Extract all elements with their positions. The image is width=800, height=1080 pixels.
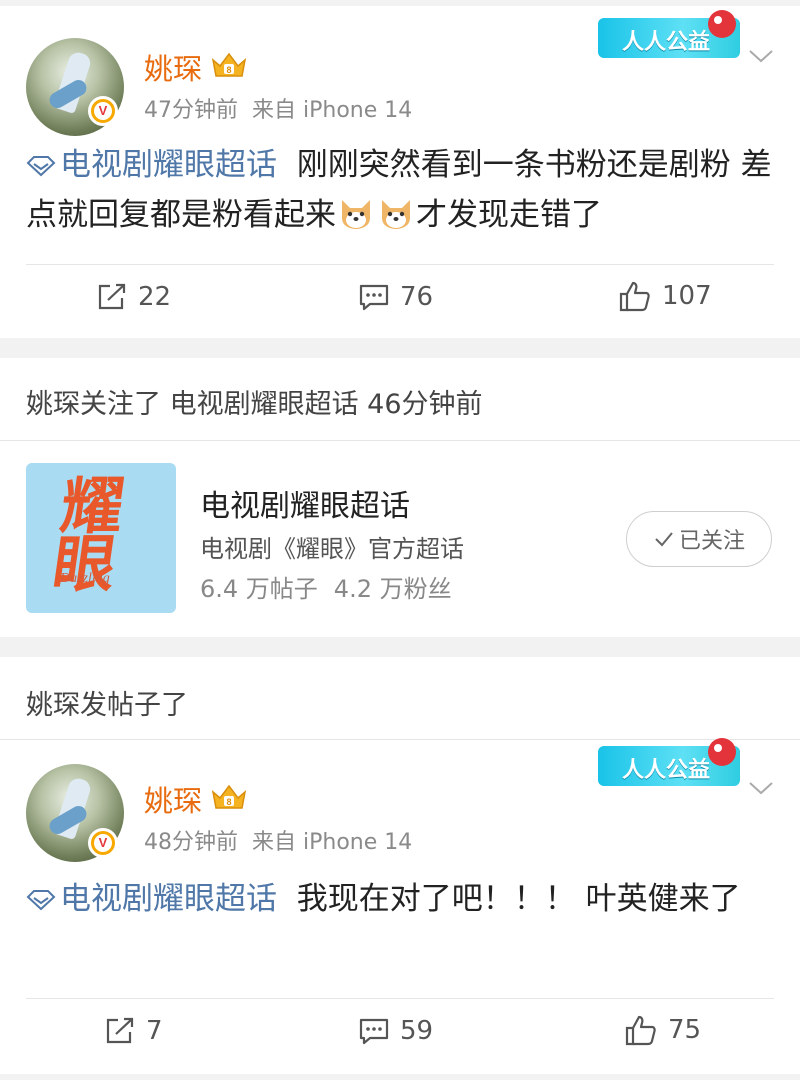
post-meta: 48分钟前 来自 iPhone 14	[144, 824, 412, 856]
comment-icon	[359, 1018, 389, 1045]
divider	[26, 998, 774, 999]
check-icon	[655, 532, 673, 547]
repost-icon	[106, 1017, 134, 1044]
dog-emoji-icon	[382, 200, 410, 229]
like-count: 75	[668, 1015, 702, 1045]
post-content: 电视剧耀眼超话 我现在对了吧！！！ 叶英健来了	[26, 874, 776, 924]
post-meta: 47分钟前 来自 iPhone 14	[144, 92, 412, 124]
username[interactable]: 姚琛	[144, 778, 202, 820]
supertopic-link[interactable]: 电视剧耀眼超话	[60, 147, 277, 183]
followed-button[interactable]: 已关注	[626, 511, 772, 567]
repost-button[interactable]: 22	[96, 282, 171, 312]
followed-label: 已关注	[678, 529, 745, 554]
charity-mascot-icon	[708, 10, 736, 38]
dog-emoji-icon	[342, 200, 370, 229]
weibo-post-1[interactable]: V 姚琛 8 47分钟前 来自 iPhone 14 人人公益 电视剧耀眼超话 刚刚…	[0, 6, 800, 338]
post-text: 我现在对了吧！！！ 叶英健来了	[296, 881, 741, 917]
like-button[interactable]: 107	[618, 280, 712, 312]
repost-button[interactable]: 7	[104, 1016, 163, 1046]
weibo-post-2[interactable]: V 姚琛 8 48分钟前 来自 iPhone 14 人人公益 电视剧耀眼超话 我现…	[0, 738, 800, 1074]
post-source: 来自 iPhone 14	[252, 98, 413, 123]
chevron-down-icon[interactable]	[746, 778, 776, 798]
supertopic-diamond-icon	[26, 156, 56, 177]
post-time: 47分钟前	[144, 98, 238, 123]
username[interactable]: 姚琛	[144, 46, 202, 88]
supertopic-card[interactable]: 耀眼 Dazzling 电视剧耀眼超话 电视剧《耀眼》官方超话 6.4 万帖子 4…	[0, 441, 800, 637]
comment-button[interactable]: 76	[358, 282, 433, 312]
repost-icon	[98, 283, 126, 310]
supertopic-cover[interactable]: 耀眼 Dazzling	[26, 463, 176, 613]
charity-mascot-icon	[708, 738, 736, 766]
verified-v-icon: V	[88, 96, 118, 126]
post-count: 6.4 万帖子	[200, 575, 318, 603]
charity-banner[interactable]: 人人公益	[598, 10, 740, 58]
chevron-down-icon[interactable]	[746, 46, 776, 66]
svg-text:8: 8	[226, 65, 231, 75]
crown-badge-icon[interactable]: 8	[210, 50, 248, 80]
supertopic-subtitle: 电视剧《耀眼》官方超话	[200, 535, 464, 563]
post-text-end: 才发现走错了	[416, 197, 602, 233]
follow-notice: 姚琛关注了 电视剧耀眼超话 46分钟前	[26, 389, 483, 420]
supertopic-stats: 6.4 万帖子 4.2 万粉丝	[200, 569, 452, 604]
post-source: 来自 iPhone 14	[252, 830, 413, 855]
comment-count: 76	[400, 282, 434, 312]
post-notice: 姚琛发帖子了	[26, 690, 188, 721]
verified-v-icon: V	[88, 828, 118, 858]
comment-button[interactable]: 59	[358, 1016, 433, 1046]
post-content: 电视剧耀眼超话 刚刚突然看到一条书粉还是剧粉 差点就回复都是粉看起来 才发现走错…	[26, 140, 776, 240]
divider	[26, 264, 774, 265]
crown-badge-icon[interactable]: 8	[210, 782, 248, 812]
repost-count: 22	[138, 282, 172, 312]
like-count: 107	[662, 281, 712, 311]
section-separator	[0, 338, 800, 358]
charity-banner-label: 人人公益	[622, 30, 711, 55]
supertopic-link[interactable]: 电视剧耀眼超话	[60, 881, 277, 917]
svg-text:8: 8	[226, 797, 231, 807]
charity-banner[interactable]: 人人公益	[598, 738, 740, 786]
like-icon	[625, 1015, 656, 1046]
cover-subtitle: Dazzling	[60, 571, 110, 586]
follow-notice-row: 姚琛关注了 电视剧耀眼超话 46分钟前	[0, 358, 800, 440]
supertopic-title[interactable]: 电视剧耀眼超话	[200, 481, 410, 525]
charity-banner-label: 人人公益	[622, 758, 711, 783]
post-time: 48分钟前	[144, 830, 238, 855]
supertopic-diamond-icon	[26, 890, 56, 911]
comment-count: 59	[400, 1016, 434, 1046]
fan-count: 4.2 万粉丝	[333, 575, 452, 603]
repost-count: 7	[146, 1016, 163, 1046]
bottom-separator	[0, 1074, 800, 1080]
post-notice-row: 姚琛发帖子了	[0, 657, 800, 739]
like-icon	[619, 281, 650, 312]
section-separator	[0, 637, 800, 657]
comment-icon	[359, 284, 389, 311]
like-button[interactable]: 75	[624, 1014, 701, 1046]
